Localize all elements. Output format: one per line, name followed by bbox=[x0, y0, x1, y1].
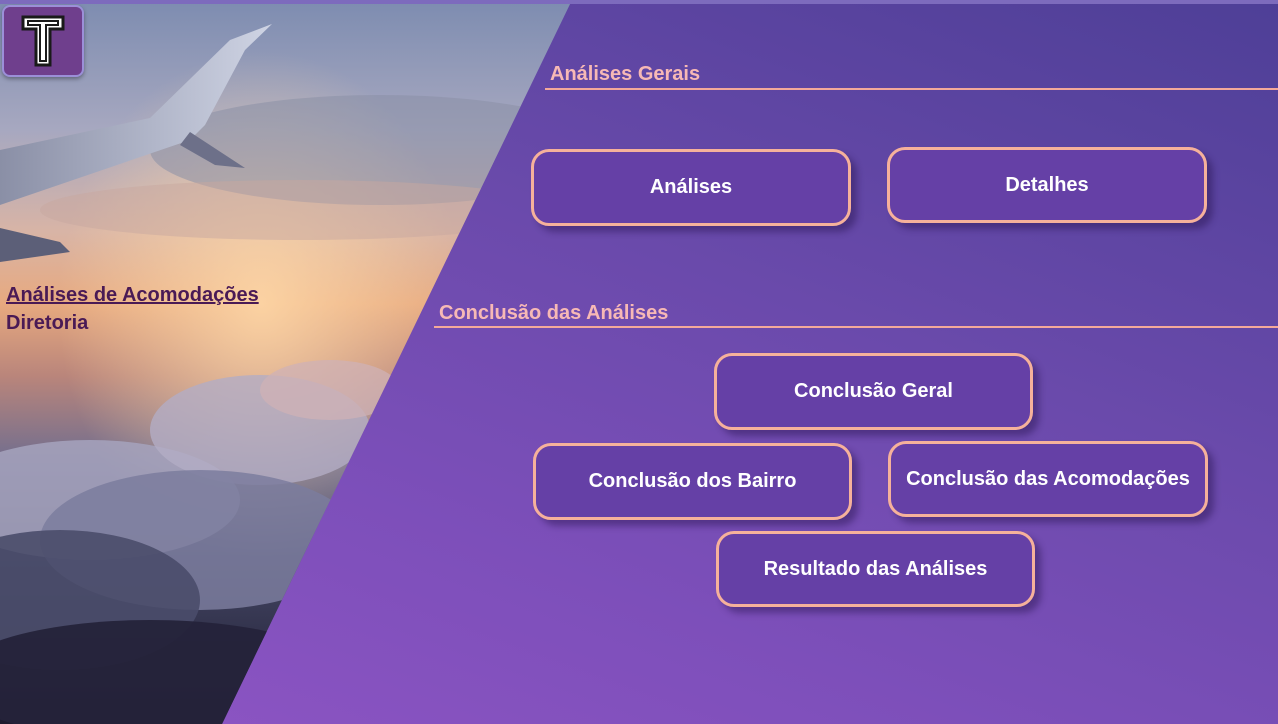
section-title-general: Análises Gerais bbox=[550, 63, 701, 85]
conclusao-acomodacoes-button[interactable]: Conclusão das Acomodações bbox=[888, 441, 1208, 517]
conclusao-geral-button[interactable]: Conclusão Geral bbox=[714, 353, 1033, 430]
detalhes-button[interactable]: Detalhes bbox=[887, 147, 1207, 223]
top-border bbox=[0, 0, 1278, 4]
section-divider-conclusion bbox=[434, 326, 1278, 328]
conclusao-bairro-button[interactable]: Conclusão dos Bairro bbox=[533, 443, 852, 520]
report-subtitle: Diretoria bbox=[6, 312, 89, 334]
analises-button[interactable]: Análises bbox=[531, 149, 851, 226]
report-title-block: Análises de Acomodações Diretoria bbox=[6, 281, 259, 337]
section-divider-general bbox=[545, 88, 1278, 90]
report-title-link[interactable]: Análises de Acomodações bbox=[6, 281, 259, 309]
app-logo[interactable] bbox=[2, 5, 84, 77]
resultado-analises-button[interactable]: Resultado das Análises bbox=[716, 531, 1035, 607]
dashboard-page: Análises de Acomodações Diretoria Anális… bbox=[0, 0, 1278, 724]
section-title-conclusion: Conclusão das Análises bbox=[439, 302, 669, 324]
letter-t-logo-icon bbox=[21, 15, 65, 67]
